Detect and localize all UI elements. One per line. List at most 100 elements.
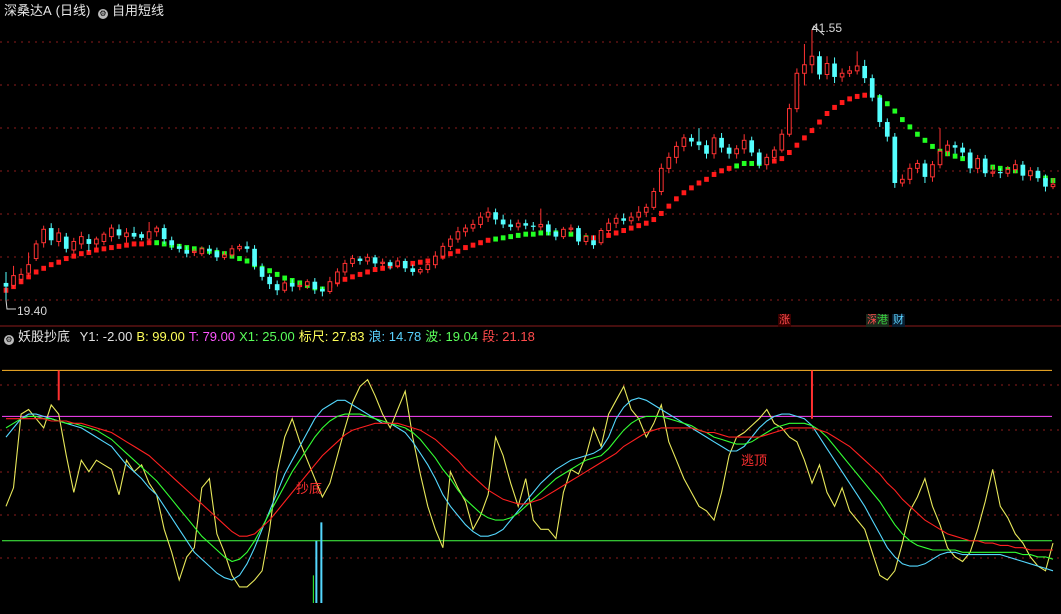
candle-body-down — [689, 137, 694, 142]
candle-body-up — [764, 156, 770, 166]
indicator-panel-header: ⚙ 妖股抄底 Y1: -2.00 B: 99.00 T: 79.00 X1: 25.00… — [4, 329, 543, 345]
support-marker — [282, 275, 288, 281]
candle-body-up — [101, 233, 107, 242]
event-badge-finance[interactable]: 财 — [892, 314, 905, 327]
support-marker — [267, 268, 272, 274]
candle-body-down — [1020, 164, 1026, 176]
support-marker — [854, 93, 860, 99]
candle-body-up — [606, 222, 611, 232]
period-label[interactable]: (日线) — [56, 3, 91, 18]
candle-body-up — [598, 230, 604, 244]
candle-body-up — [1028, 170, 1033, 177]
candle-body-up — [56, 232, 62, 242]
support-marker — [952, 153, 958, 159]
candle-body-down — [320, 289, 325, 292]
support-marker — [779, 156, 785, 162]
candle-body-down — [719, 137, 724, 148]
support-marker — [274, 271, 280, 277]
settings-icon[interactable]: ⚙ — [4, 335, 14, 345]
candle-body-up — [651, 191, 657, 208]
candle-body-down — [591, 240, 596, 246]
candle-body-down — [169, 240, 175, 246]
buy-signal-label: 抄底 — [296, 481, 323, 496]
candle-body-down — [922, 163, 928, 177]
param-1: B: 99.00 — [136, 329, 185, 344]
candle-body-up — [561, 228, 566, 238]
candle-body-down — [621, 218, 626, 221]
stock-chart-window: 深桑达A (日线) ⚙ 自用短线 涨 深 港 财 ⚙ 妖股抄底 Y1: -2.00 B:… — [0, 0, 1061, 614]
indicator-menu[interactable]: 自用短线 — [112, 3, 164, 18]
candle-body-down — [756, 152, 762, 165]
support-marker — [448, 251, 453, 257]
candle-body-up — [854, 65, 860, 72]
support-marker — [33, 269, 39, 275]
candle-body-down — [86, 239, 92, 244]
escape-signal-label: 逃顶 — [741, 453, 768, 468]
candle-body-up — [847, 70, 852, 74]
candle-body-up — [666, 156, 672, 169]
support-marker — [508, 234, 514, 240]
support-marker — [907, 124, 913, 130]
candle-body-down — [493, 212, 498, 220]
candle-body-down — [274, 284, 280, 291]
support-marker — [613, 230, 619, 236]
candle-body-down — [1035, 170, 1041, 179]
candle-body-up — [463, 227, 468, 233]
candle-body-up — [335, 271, 340, 284]
param-7: 段: 21.18 — [482, 329, 535, 344]
support-marker — [847, 96, 852, 102]
support-marker — [342, 276, 348, 282]
candle-body-up — [109, 227, 114, 238]
param-3: X1: 25.00 — [239, 329, 295, 344]
candle-body-up — [907, 167, 913, 180]
candle-body-up — [191, 250, 197, 253]
candle-body-up — [18, 273, 24, 280]
support-marker — [892, 108, 898, 114]
candle-body-up — [282, 282, 288, 291]
support-marker — [651, 217, 657, 223]
candle-body-down — [357, 258, 363, 261]
support-marker — [41, 265, 46, 271]
support-marker — [787, 150, 792, 156]
candle-body-up — [365, 256, 370, 262]
candle-body-up — [433, 255, 438, 266]
support-marker — [824, 110, 830, 116]
candle-body-up — [41, 228, 46, 244]
candle-body-up — [146, 231, 152, 240]
candle-body-down — [997, 172, 1003, 174]
event-badge-limit-up[interactable]: 涨 — [778, 314, 791, 327]
support-marker — [48, 262, 54, 268]
candle-body-down — [410, 268, 416, 272]
stock-title[interactable]: 深桑达A — [4, 3, 52, 18]
candle-body-up — [643, 206, 649, 213]
support-marker — [658, 210, 664, 216]
indicator-name[interactable]: 妖股抄底 — [18, 329, 70, 344]
support-marker — [538, 230, 544, 236]
event-badge-hk[interactable]: 港 — [876, 314, 889, 327]
candle-body-up — [380, 261, 385, 264]
candle-body-up — [900, 178, 905, 184]
support-marker — [794, 142, 800, 148]
candle-body-up — [395, 260, 401, 267]
candle-body-up — [787, 108, 792, 135]
support-marker — [884, 101, 890, 107]
support-marker — [124, 242, 129, 248]
candle-body-down — [214, 251, 220, 258]
support-marker — [101, 246, 107, 252]
candle-body-up — [824, 63, 830, 75]
candle-body-up — [304, 281, 310, 286]
support-marker — [832, 104, 837, 110]
candle-body-up — [33, 243, 39, 260]
support-marker — [71, 253, 77, 259]
candle-body-down — [139, 234, 144, 238]
support-marker — [915, 131, 920, 137]
settings-icon[interactable]: ⚙ — [97, 9, 108, 19]
support-marker — [350, 274, 355, 280]
candle-body-up — [237, 245, 242, 250]
high-price-label: 41.55 — [812, 21, 843, 35]
chart-canvas[interactable] — [0, 0, 1061, 614]
candle-body-up — [741, 139, 747, 150]
candle-body-down — [553, 231, 559, 237]
candle-body-up — [71, 240, 77, 251]
candle-body-up — [674, 145, 679, 158]
